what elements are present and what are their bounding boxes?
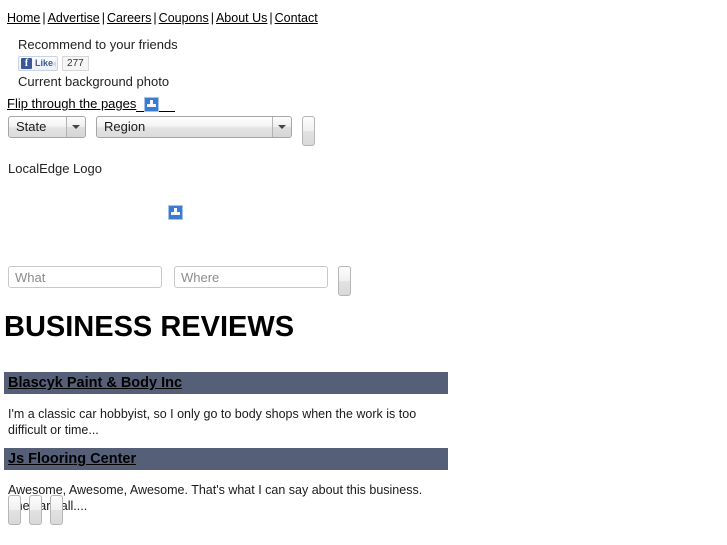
top-navigation: Home | Advertise | Careers | Coupons | About Us |… — [7, 10, 318, 26]
broken-image-icon[interactable] — [168, 205, 183, 221]
region-select[interactable]: Region — [96, 116, 292, 138]
nav-link-coupons[interactable]: Coupons — [159, 11, 209, 25]
facebook-count-arrow — [52, 61, 56, 67]
nav-link-contact[interactable]: Contact — [275, 11, 318, 25]
region-go-button[interactable] — [302, 116, 315, 146]
search-what-input[interactable] — [8, 266, 162, 288]
footer-button-group — [8, 495, 63, 525]
nav-separator: | — [101, 11, 105, 25]
nav-link-home[interactable]: Home — [7, 11, 40, 25]
state-select[interactable]: State — [8, 116, 86, 138]
search-where-input[interactable] — [174, 266, 328, 288]
facebook-icon: f — [21, 57, 32, 69]
search-row — [8, 266, 351, 296]
review-business-link[interactable]: Blascyk Paint & Body Inc — [4, 374, 182, 392]
region-select-wrapper: Region — [96, 116, 292, 138]
review-business-bar: Js Flooring Center — [4, 448, 448, 470]
nav-link-about-us[interactable]: About Us — [216, 11, 267, 25]
review-snippet: I'm a classic car hobbyist, so I only go… — [8, 407, 417, 437]
reviews-list: Blascyk Paint & Body Inc I'm a classic c… — [4, 372, 448, 524]
page-title: BUSINESS REVIEWS — [4, 311, 295, 343]
flip-link-underline-gap — [159, 97, 176, 112]
broken-image-icon[interactable] — [144, 96, 160, 112]
review-item: Blascyk Paint & Body Inc I'm a classic c… — [4, 372, 448, 448]
search-button[interactable] — [338, 266, 351, 296]
recommend-label: Recommend to your friends — [18, 37, 178, 52]
footer-button-2[interactable] — [29, 495, 42, 525]
state-select-wrapper: State — [8, 116, 86, 138]
nav-separator: | — [42, 11, 46, 25]
facebook-like-count: 277 — [62, 55, 89, 71]
localedge-logo-alt-text: LocalEdge Logo — [8, 161, 102, 176]
review-snippet: Awesome, Awesome, Awesome. That's what I… — [8, 483, 423, 513]
review-business-link[interactable]: Js Flooring Center — [4, 450, 136, 468]
flip-link-underline-gap — [136, 97, 145, 112]
nav-separator: | — [269, 11, 273, 25]
location-filter-row: State Region — [8, 116, 315, 146]
footer-button-1[interactable] — [8, 495, 21, 525]
nav-separator: | — [153, 11, 157, 25]
hero-broken-image-wrapper — [168, 204, 183, 221]
nav-link-careers[interactable]: Careers — [107, 11, 151, 25]
flip-pages-row: Flip through the pages — [7, 96, 176, 112]
nav-link-advertise[interactable]: Advertise — [48, 11, 100, 25]
nav-separator: | — [210, 11, 214, 25]
review-business-bar: Blascyk Paint & Body Inc — [4, 372, 448, 394]
facebook-like-label: Like — [35, 57, 54, 68]
review-item: Js Flooring Center Awesome, Awesome, Awe… — [4, 448, 448, 524]
flip-pages-link[interactable]: Flip through the pages — [7, 96, 136, 112]
current-background-photo-label: Current background photo — [18, 74, 170, 89]
footer-button-3[interactable] — [50, 495, 63, 525]
